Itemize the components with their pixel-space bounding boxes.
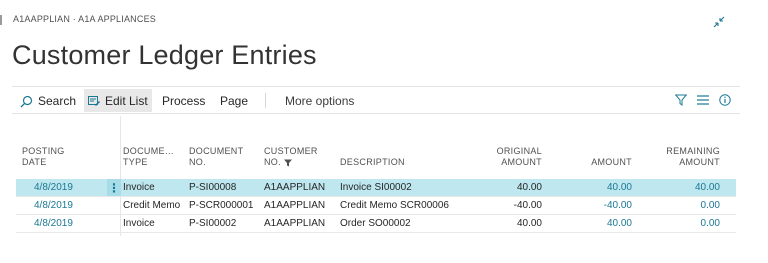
search-label: Search bbox=[38, 94, 77, 108]
list-view-icon[interactable] bbox=[697, 95, 709, 105]
action-bar: Search Edit List Process Page More optio… bbox=[12, 86, 740, 114]
col-document-type-line1: DOCUME… bbox=[123, 146, 175, 156]
cell-description: Order SO00002 bbox=[340, 218, 411, 229]
table-row[interactable]: 4/8/2019 Credit Memo P-SCR000001 A1AAPPL… bbox=[16, 197, 736, 214]
edit-list-icon bbox=[88, 95, 100, 106]
cell-customer-no: A1AAPPLIAN bbox=[264, 182, 326, 193]
col-posting-date-line1: POSTING bbox=[22, 146, 65, 156]
cell-original-amount: 40.00 bbox=[516, 218, 542, 229]
col-amount[interactable]: AMOUNT bbox=[582, 157, 632, 168]
col-remaining-amount[interactable]: REMAINING AMOUNT bbox=[660, 146, 720, 168]
cell-document-no: P-SI00002 bbox=[189, 218, 237, 229]
cell-document-type: Invoice bbox=[123, 182, 155, 193]
col-document-no-line1: DOCUMENT bbox=[189, 146, 244, 156]
cell-description: Invoice SI00002 bbox=[340, 182, 412, 193]
cell-amount[interactable]: 40.00 bbox=[582, 182, 632, 193]
col-document-type[interactable]: DOCUME… TYPE bbox=[123, 146, 174, 168]
edit-list-label: Edit List bbox=[105, 93, 148, 108]
cell-posting-date[interactable]: 4/8/2019 bbox=[34, 182, 73, 193]
col-customer-no-line1: CUSTOMER bbox=[264, 146, 318, 156]
more-options-button[interactable]: More options bbox=[285, 92, 354, 110]
cell-customer-no: A1AAPPLIAN bbox=[264, 218, 326, 229]
search-button[interactable]: Search bbox=[20, 92, 76, 110]
cell-posting-date[interactable]: 4/8/2019 bbox=[34, 200, 73, 211]
collapse-icon[interactable] bbox=[712, 15, 726, 29]
cell-posting-date[interactable]: 4/8/2019 bbox=[34, 218, 73, 229]
cell-original-amount: -40.00 bbox=[513, 200, 542, 211]
cell-customer-no: A1AAPPLIAN bbox=[264, 200, 326, 211]
col-document-no-line2: NO. bbox=[189, 157, 206, 167]
table-row[interactable]: 4/8/2019 Invoice P-SI00002 A1AAPPLIAN Or… bbox=[16, 215, 736, 232]
cell-document-no: P-SI00008 bbox=[189, 182, 237, 193]
cell-remaining-amount[interactable]: 0.00 bbox=[660, 218, 720, 229]
cell-document-no: P-SCR000001 bbox=[189, 200, 254, 211]
cell-amount[interactable]: 40.00 bbox=[582, 218, 632, 229]
col-description[interactable]: DESCRIPTION bbox=[340, 157, 405, 168]
col-customer-no[interactable]: CUSTOMER NO. bbox=[264, 146, 318, 168]
cell-remaining-amount[interactable]: 0.00 bbox=[660, 200, 720, 211]
edit-list-button[interactable]: Edit List bbox=[84, 89, 152, 112]
left-edge-marker bbox=[0, 15, 2, 25]
grid-header: POSTING DATE DOCUME… TYPE DOCUMENT NO. C… bbox=[12, 146, 740, 176]
row-actions-icon[interactable]: ⋮ bbox=[107, 179, 121, 196]
col-remaining-amount-line2: AMOUNT bbox=[679, 157, 720, 167]
col-original-amount-line1: ORIGINAL bbox=[496, 146, 542, 156]
table-row[interactable]: 4/8/2019 ⋮ Invoice P-SI00008 A1AAPPLIAN … bbox=[16, 179, 736, 196]
filter-applied-icon bbox=[283, 159, 292, 166]
row-divider bbox=[16, 232, 736, 233]
search-icon bbox=[20, 95, 33, 107]
col-original-amount[interactable]: ORIGINAL AMOUNT bbox=[482, 146, 542, 168]
col-remaining-amount-line1: REMAINING bbox=[666, 146, 720, 156]
info-icon[interactable] bbox=[719, 94, 731, 106]
filter-icon[interactable] bbox=[675, 94, 687, 106]
page-menu[interactable]: Page bbox=[220, 92, 248, 110]
action-divider bbox=[265, 93, 266, 108]
cell-document-type: Credit Memo bbox=[123, 200, 181, 211]
col-posting-date[interactable]: POSTING DATE bbox=[22, 146, 65, 168]
col-document-no[interactable]: DOCUMENT NO. bbox=[189, 146, 243, 168]
cell-amount[interactable]: -40.00 bbox=[582, 200, 632, 211]
col-customer-no-line2: NO. bbox=[264, 157, 281, 167]
company-context: A1AAPPLIAN · A1A APPLIANCES bbox=[13, 14, 156, 24]
process-menu[interactable]: Process bbox=[162, 92, 205, 110]
col-original-amount-line2: AMOUNT bbox=[501, 157, 542, 167]
cell-remaining-amount[interactable]: 40.00 bbox=[660, 182, 720, 193]
page-title: Customer Ledger Entries bbox=[12, 40, 317, 70]
col-document-type-line2: TYPE bbox=[123, 157, 148, 167]
col-posting-date-line2: DATE bbox=[22, 157, 47, 167]
cell-document-type: Invoice bbox=[123, 218, 155, 229]
cell-original-amount: 40.00 bbox=[516, 182, 542, 193]
cell-description: Credit Memo SCR00006 bbox=[340, 200, 449, 211]
